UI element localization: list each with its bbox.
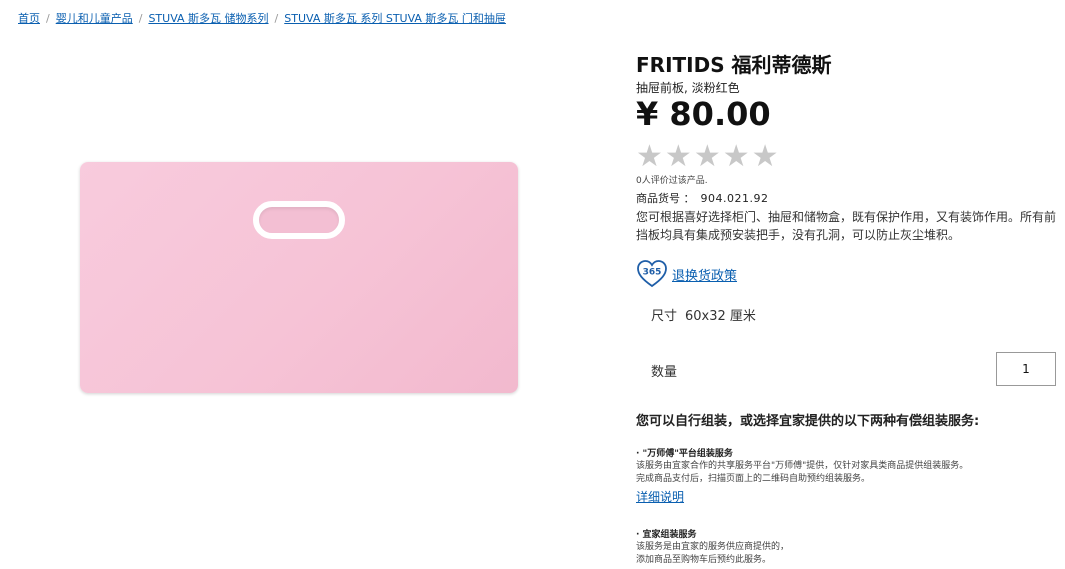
star-icon[interactable]: ★ xyxy=(636,141,663,173)
star-icon[interactable]: ★ xyxy=(723,141,750,173)
assembly-service-ikea: · 宜家组装服务 该服务是由宜家的服务供应商提供的， 添加商品至购物车后预约此服… xyxy=(636,529,1056,567)
breadcrumb-baby-kids[interactable]: 婴儿和儿童产品 xyxy=(56,12,133,25)
service-title: · "万师傅"平台组装服务 xyxy=(636,449,733,459)
quantity-input[interactable] xyxy=(996,352,1056,386)
breadcrumb-separator: / xyxy=(138,12,143,25)
service-description-line: 该服务由宜家合作的共享服务平台"万师傅"提供，仅针对家具类商品提供组装服务。 xyxy=(636,461,969,471)
assembly-service-wanshifu: · "万师傅"平台组装服务 该服务由宜家合作的共享服务平台"万师傅"提供，仅针对… xyxy=(636,448,1056,505)
breadcrumb-separator: / xyxy=(46,12,50,25)
article-number-row: 商品货号 ： 904.021.92 xyxy=(636,190,768,206)
service-title: · 宜家组装服务 xyxy=(636,530,697,540)
service-description-line: 该服务是由宜家的服务供应商提供的， xyxy=(636,542,790,552)
return-policy-link[interactable]: 退换货政策 xyxy=(672,265,737,284)
assembly-heading: 您可以自行组装，或选择宜家提供的以下两种有偿组装服务: xyxy=(636,414,980,429)
quantity-label: 数量 xyxy=(651,365,678,380)
article-number: 904.021.92 xyxy=(700,192,769,205)
service-description-line: 添加商品至购物车后预约此服务。 xyxy=(636,555,772,565)
drawer-handle-cutout xyxy=(253,201,345,239)
star-icon[interactable]: ★ xyxy=(694,141,721,173)
product-price: ¥ 80.00 xyxy=(636,95,771,133)
product-title: FRITIDS 福利蒂德斯 xyxy=(636,53,832,77)
return-badge-text: 365 xyxy=(643,268,662,278)
breadcrumb-home[interactable]: 首页 xyxy=(18,12,40,25)
drawer-front-image xyxy=(80,162,518,393)
breadcrumb-stuva-doors-drawers[interactable]: STUVA 斯多瓦 系列 STUVA 斯多瓦 门和抽屉 xyxy=(284,12,506,25)
product-subtitle: 抽屉前板, 淡粉红色 xyxy=(636,81,740,95)
star-icon[interactable]: ★ xyxy=(752,141,779,173)
service-description-line: 完成商品支付后，扫描页面上的二维码自助预约组装服务。 xyxy=(636,474,871,484)
breadcrumb-separator: / xyxy=(274,12,279,25)
review-count: 0人评价过该产品. xyxy=(636,176,708,186)
breadcrumb: 首页 / 婴儿和儿童产品 / STUVA 斯多瓦 储物系列 / STUVA 斯多瓦 系列 S… xyxy=(18,10,506,26)
size-value: 60x32 厘米 xyxy=(685,309,756,324)
return-policy-row: 365 退换货政策 xyxy=(636,259,737,289)
product-description: 您可根据喜好选择柜门、抽屉和储物盒，既有保护作用，又有装饰作用。所有前挡板均具有… xyxy=(636,210,1057,242)
return-365-heart-icon: 365 xyxy=(636,259,668,289)
star-icon[interactable]: ★ xyxy=(665,141,692,173)
breadcrumb-stuva-storage[interactable]: STUVA 斯多瓦 储物系列 xyxy=(148,12,268,25)
rating-stars[interactable]: ★ ★ ★ ★ ★ xyxy=(636,141,779,173)
size-label: 尺寸 xyxy=(651,309,678,324)
product-image[interactable] xyxy=(80,162,518,393)
service-details-link[interactable]: 详细说明 xyxy=(636,489,684,505)
article-label: 商品货号 ： xyxy=(636,192,695,205)
size-row: 尺寸 60x32 厘米 xyxy=(651,305,756,324)
